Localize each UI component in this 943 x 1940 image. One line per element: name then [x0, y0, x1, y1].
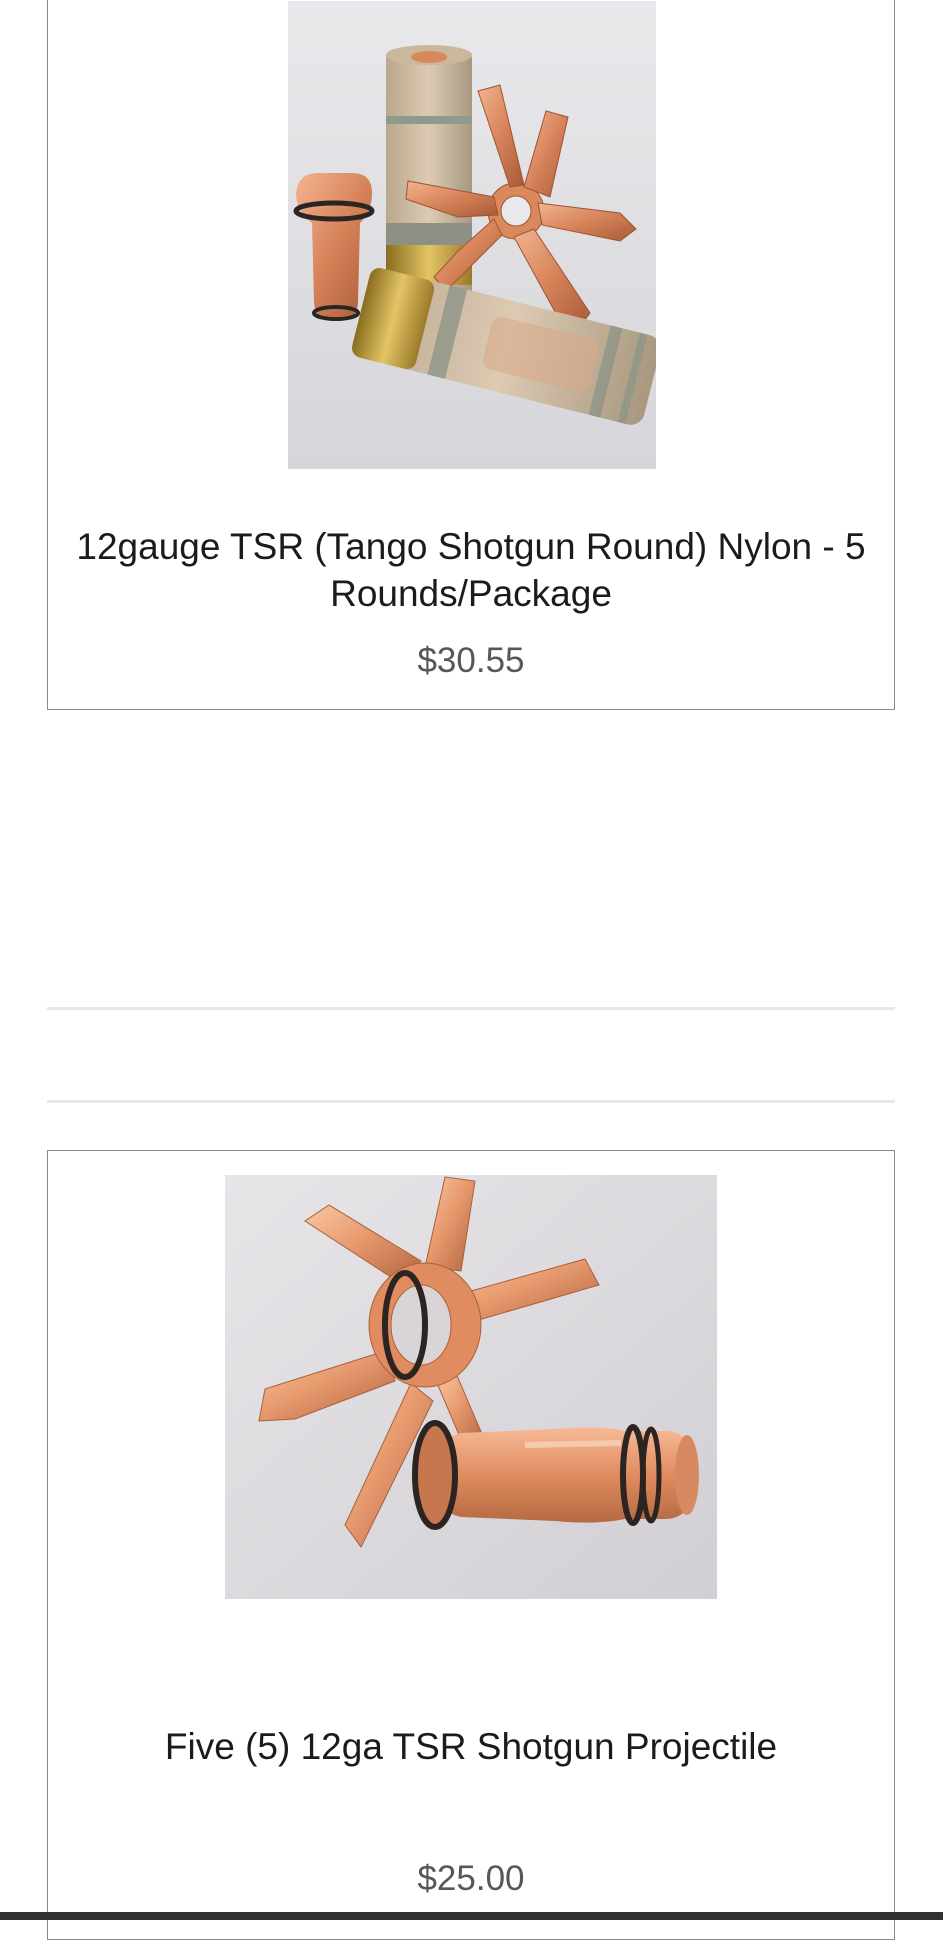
section-divider: [47, 1007, 895, 1010]
product-title[interactable]: Five (5) 12ga TSR Shotgun Projectile: [48, 1723, 894, 1770]
product-price: $25.00: [417, 1859, 525, 1898]
product-card[interactable]: 12gauge TSR (Tango Shotgun Round) Nylon …: [47, 0, 895, 710]
product-image[interactable]: [288, 1, 656, 469]
product-title[interactable]: 12gauge TSR (Tango Shotgun Round) Nylon …: [48, 523, 894, 617]
bottom-edge-bar: [0, 1912, 943, 1920]
section-divider: [47, 1100, 895, 1103]
product-card[interactable]: Five (5) 12ga TSR Shotgun Projectile $25…: [47, 1150, 895, 1940]
product-price: $30.55: [417, 641, 525, 680]
product-image[interactable]: [225, 1175, 717, 1599]
